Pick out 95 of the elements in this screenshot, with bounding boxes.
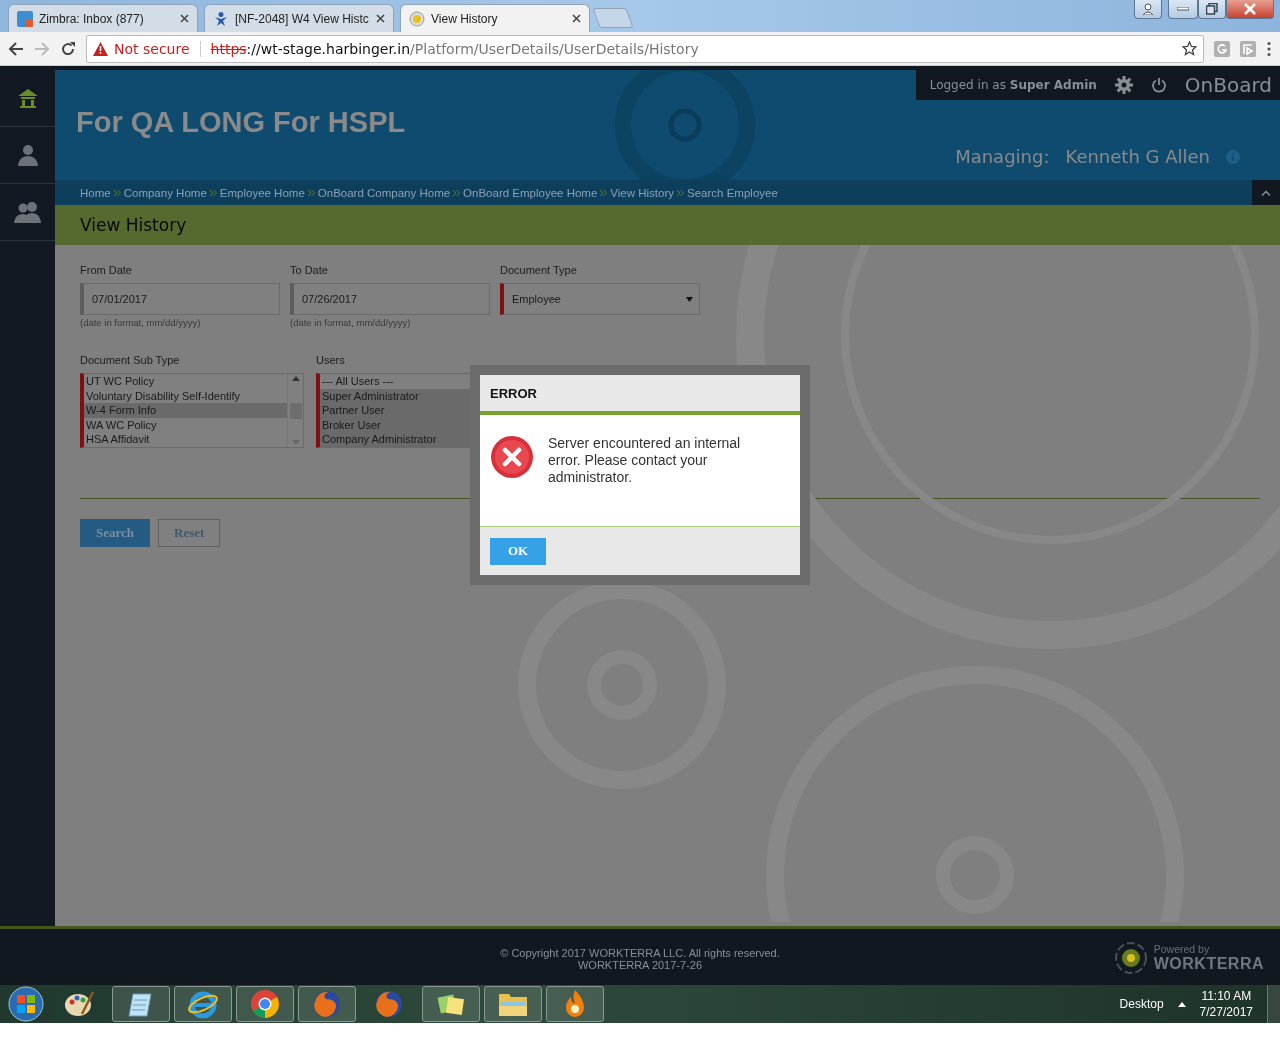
url-text: https://wt-stage.harbinger.in/Platform/UserDetails/UserDetails/History [210, 40, 699, 57]
target-icon [409, 10, 425, 27]
error-icon [490, 435, 534, 479]
minimize-button[interactable] [1168, 0, 1198, 19]
user-icon [1142, 3, 1154, 15]
home-icon [16, 88, 39, 108]
error-message: Server encountered an internal error. Please contact your administrator. [548, 435, 742, 487]
field-label: From Date [80, 264, 133, 277]
list-option[interactable]: HSA Affidavit [84, 432, 287, 447]
star-icon[interactable] [1182, 41, 1197, 56]
brand-name: WORKTERRA [1153, 955, 1264, 973]
clock[interactable]: 11:10 AM 7/27/2017 [1199, 988, 1253, 1020]
maximize-button[interactable] [1198, 0, 1226, 19]
breadcrumb-link[interactable]: Company Home [123, 186, 207, 199]
caret-icon [1261, 189, 1271, 196]
scroll-up-icon[interactable] [291, 376, 300, 381]
power-icon[interactable] [1150, 77, 1167, 93]
taskbar-button[interactable] [112, 986, 170, 1022]
users-icon [13, 201, 42, 223]
field-label: Users [316, 354, 346, 367]
ok-button[interactable]: OK [490, 537, 546, 565]
reload-icon[interactable] [60, 40, 76, 57]
close-icon[interactable] [180, 14, 189, 23]
settings-icon[interactable] [1114, 76, 1133, 94]
field-label: Document Type [500, 264, 578, 277]
caret-icon [686, 296, 693, 302]
field-hint: (date in format, mm/dd/yyyy) [80, 317, 202, 328]
chevron-icon[interactable] [1177, 1001, 1186, 1007]
figure-icon [213, 10, 229, 27]
breadcrumb-link[interactable]: Employee Home [219, 186, 305, 199]
taskbar-button[interactable] [484, 986, 542, 1022]
back-icon[interactable] [8, 40, 24, 57]
firefox-icon[interactable] [312, 989, 342, 1019]
security-label: Not secure [114, 40, 190, 57]
chevron-icon [453, 189, 461, 196]
start-button[interactable] [6, 986, 46, 1022]
desktop-toolbar[interactable]: Desktop [1119, 997, 1164, 1011]
list-box[interactable]: UT WC Policy Voluntary Disability Self-Identify W-4 Form Info WA WC Policy HSA Affidavit [80, 373, 304, 448]
browser-tab[interactable]: [NF-2048] W4 View Histc [204, 4, 394, 32]
date-field[interactable]: 07/26/2017 [290, 283, 490, 315]
managing-label: Managing: [955, 146, 1050, 167]
taskbar-button[interactable] [546, 986, 604, 1022]
taskbar-button[interactable] [236, 986, 294, 1022]
dropdown[interactable]: Employee [500, 283, 700, 315]
chevron-icon [600, 189, 608, 196]
breadcrumb-link[interactable]: Home [80, 186, 111, 199]
user-icon [16, 144, 39, 166]
minimize-icon [1177, 7, 1189, 11]
date-field[interactable]: 07/01/2017 [80, 283, 280, 315]
list-option[interactable]: WA WC Policy [84, 417, 287, 432]
firefox-icon[interactable] [374, 989, 404, 1019]
list-option[interactable]: Voluntary Disability Self-Identify [84, 388, 287, 403]
login-status: Logged in as Super Admin [929, 78, 1097, 92]
breadcrumb-link[interactable]: Search Employee [687, 186, 778, 199]
close-icon [1243, 3, 1257, 15]
mail-icon [17, 10, 33, 27]
palette-icon[interactable] [64, 990, 94, 1018]
taskbar-button[interactable] [174, 986, 232, 1022]
copyright-text: © Copyright 2017 WORKTERRA LLC. All rights reserved. [500, 947, 780, 959]
chevron-icon [307, 189, 315, 196]
menu-icon[interactable] [1266, 40, 1272, 57]
ie-icon[interactable] [188, 989, 218, 1019]
taskbar-button[interactable] [422, 986, 480, 1022]
address-bar[interactable]: Not secure https://wt-stage.harbinger.in/Platform/UserDetails/UserDetails/History [86, 34, 1204, 63]
list-option[interactable]: UT WC Policy [84, 374, 287, 389]
page-title: View History [80, 215, 187, 235]
managed-employee: Kenneth G Allen [1065, 146, 1210, 167]
scrollbar[interactable] [287, 374, 303, 447]
profile-button[interactable] [1134, 0, 1162, 19]
field-label: Document Sub Type [80, 354, 181, 367]
powered-by-label: Powered by [1153, 943, 1211, 955]
version-text: WORKTERRA 2017-7-26 [577, 959, 703, 971]
notepad-icon[interactable] [127, 990, 155, 1018]
dialog-title: ERROR [490, 385, 537, 401]
list-option[interactable]: W-4 Form Info [84, 403, 287, 418]
warning-icon [93, 41, 108, 56]
chrome-icon[interactable] [250, 989, 280, 1019]
close-icon[interactable] [376, 14, 385, 23]
chevron-icon [113, 189, 121, 196]
app-name: OnBoard [1184, 73, 1272, 97]
close-icon[interactable] [572, 14, 581, 23]
chevron-icon [677, 189, 685, 196]
breadcrumb-link[interactable]: View History [610, 186, 675, 199]
collapse-button[interactable] [1252, 180, 1280, 205]
field-hint: (date in format, mm/dd/yyyy) [290, 317, 412, 328]
breadcrumb-link[interactable]: OnBoard Employee Home [463, 186, 598, 199]
chevron-icon [209, 189, 217, 196]
restore-icon [1206, 3, 1218, 15]
company-name: For QA LONG For HSPL [76, 106, 406, 139]
close-button[interactable] [1226, 0, 1274, 19]
logo-icon [1113, 941, 1148, 975]
browser-tab[interactable]: View History [400, 4, 590, 32]
browser-tab[interactable]: Zimbra: Inbox (877) [8, 4, 198, 32]
breadcrumb-link[interactable]: OnBoard Company Home [317, 186, 451, 199]
field-label: To Date [290, 264, 329, 277]
